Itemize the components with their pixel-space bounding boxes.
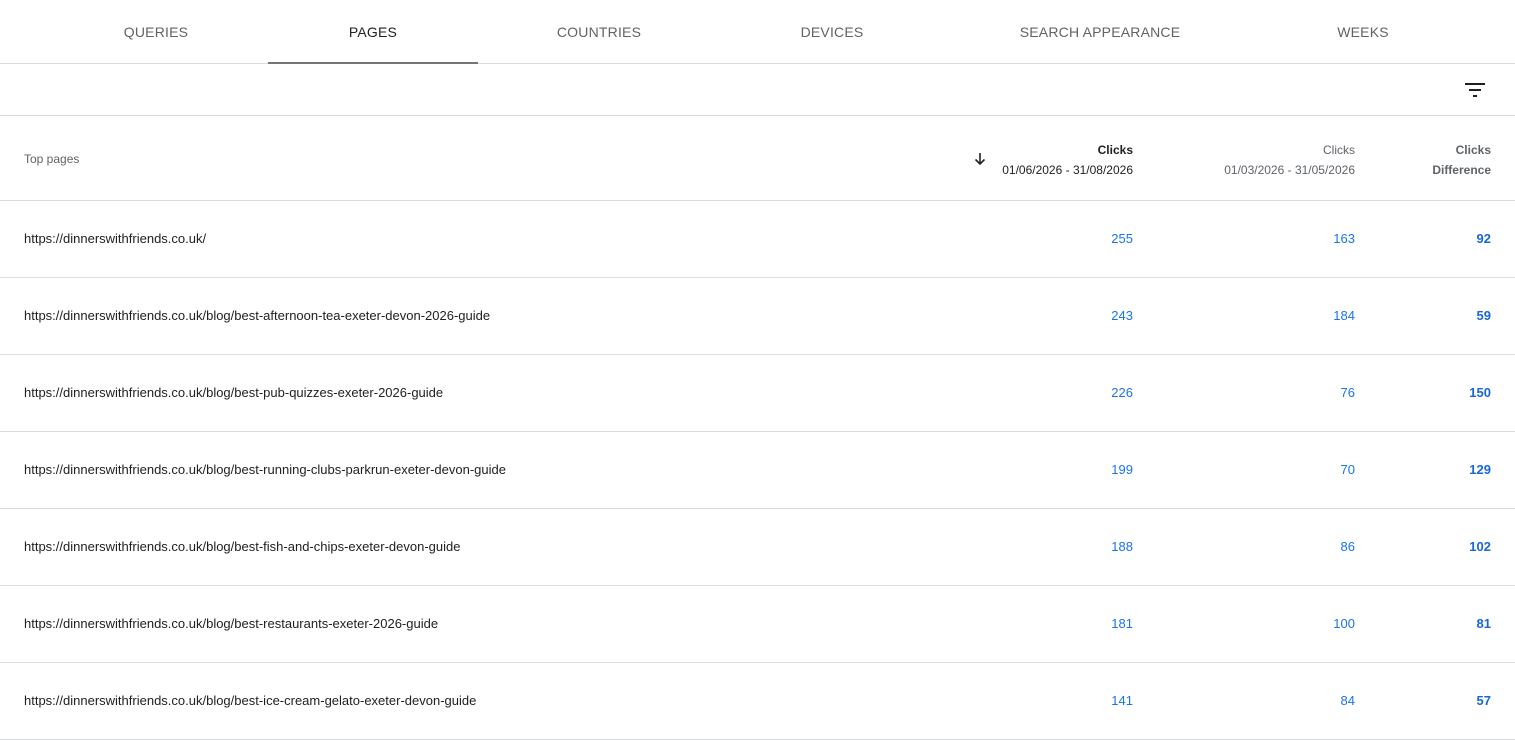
clicks-difference: 57 <box>1476 693 1491 708</box>
table-row[interactable]: https://dinnerswithfriends.co.uk/blog/be… <box>0 278 1515 355</box>
previous-clicks: 70 <box>1340 462 1355 477</box>
current-clicks: 199 <box>1111 462 1133 477</box>
tab-search-appearance[interactable]: SEARCH APPEARANCE <box>990 0 1210 63</box>
table-row[interactable]: https://dinnerswithfriends.co.uk/blog/be… <box>0 432 1515 509</box>
column-metric: Clicks <box>1323 143 1355 157</box>
table-row[interactable]: https://dinnerswithfriends.co.uk/blog/be… <box>0 509 1515 586</box>
tab-label: COUNTRIES <box>556 23 642 40</box>
tab-weeks[interactable]: WEEKS <box>1258 0 1468 63</box>
previous-clicks: 76 <box>1340 385 1355 400</box>
tab-label: QUERIES <box>123 23 189 40</box>
clicks-difference: 92 <box>1476 231 1491 246</box>
column-sub-label: Difference <box>1432 163 1491 177</box>
table-row[interactable]: https://dinnerswithfriends.co.uk/blog/be… <box>0 663 1515 740</box>
filter-list-icon <box>1465 83 1485 97</box>
column-header-previous-clicks[interactable]: Clicks 01/03/2026 - 31/05/2026 <box>1224 140 1355 180</box>
clicks-difference: 81 <box>1476 616 1491 631</box>
tab-countries[interactable]: COUNTRIES <box>492 0 706 63</box>
previous-clicks: 84 <box>1340 693 1355 708</box>
current-clicks: 243 <box>1111 308 1133 323</box>
tab-queries[interactable]: QUERIES <box>50 0 262 63</box>
tab-label: WEEKS <box>1337 23 1389 40</box>
clicks-difference: 59 <box>1476 308 1491 323</box>
tab-pages[interactable]: PAGES <box>268 0 478 64</box>
filter-button[interactable] <box>1455 76 1495 104</box>
table-header: Top pages Clicks 01/06/2026 - 31/08/2026… <box>0 116 1515 201</box>
current-clicks: 226 <box>1111 385 1133 400</box>
current-clicks: 255 <box>1111 231 1133 246</box>
tab-devices[interactable]: DEVICES <box>726 0 938 63</box>
page-url: https://dinnerswithfriends.co.uk/blog/be… <box>24 693 477 708</box>
previous-clicks: 100 <box>1333 616 1355 631</box>
column-metric: Clicks <box>1455 143 1491 157</box>
table-row[interactable]: https://dinnerswithfriends.co.uk/blog/be… <box>0 586 1515 663</box>
page-url: https://dinnerswithfriends.co.uk/ <box>24 231 207 246</box>
previous-clicks: 184 <box>1333 308 1355 323</box>
page-url: https://dinnerswithfriends.co.uk/blog/be… <box>24 385 444 400</box>
column-header-difference[interactable]: Clicks Difference <box>1432 140 1491 180</box>
previous-clicks: 163 <box>1333 231 1355 246</box>
tab-label: SEARCH APPEARANCE <box>1019 23 1181 40</box>
page-url: https://dinnerswithfriends.co.uk/blog/be… <box>24 539 461 554</box>
table-body: https://dinnerswithfriends.co.uk/ 255 16… <box>0 201 1515 740</box>
performance-table-card: QUERIES PAGES COUNTRIES DEVICES SEARCH A… <box>0 0 1515 740</box>
page-url: https://dinnerswithfriends.co.uk/blog/be… <box>24 462 506 477</box>
dimension-tabs: QUERIES PAGES COUNTRIES DEVICES SEARCH A… <box>0 0 1515 64</box>
column-header-current-clicks[interactable]: Clicks 01/06/2026 - 31/08/2026 <box>1002 140 1133 180</box>
column-metric: Clicks <box>1097 143 1133 157</box>
clicks-difference: 102 <box>1469 539 1491 554</box>
clicks-difference: 150 <box>1469 385 1491 400</box>
top-pages-header: Top pages <box>24 152 80 166</box>
tab-label: PAGES <box>348 23 398 40</box>
table-row[interactable]: https://dinnerswithfriends.co.uk/ 255 16… <box>0 201 1515 278</box>
column-date-range: 01/03/2026 - 31/05/2026 <box>1224 163 1355 177</box>
column-date-range: 01/06/2026 - 31/08/2026 <box>1002 163 1133 177</box>
clicks-difference: 129 <box>1469 462 1491 477</box>
arrow-downward-icon[interactable] <box>972 151 988 167</box>
table-row[interactable]: https://dinnerswithfriends.co.uk/blog/be… <box>0 355 1515 432</box>
current-clicks: 181 <box>1111 616 1133 631</box>
page-url: https://dinnerswithfriends.co.uk/blog/be… <box>24 616 439 631</box>
current-clicks: 188 <box>1111 539 1133 554</box>
tab-label: DEVICES <box>800 23 864 40</box>
current-clicks: 141 <box>1111 693 1133 708</box>
page-url: https://dinnerswithfriends.co.uk/blog/be… <box>24 308 491 323</box>
table-toolbar <box>0 64 1515 116</box>
previous-clicks: 86 <box>1340 539 1355 554</box>
